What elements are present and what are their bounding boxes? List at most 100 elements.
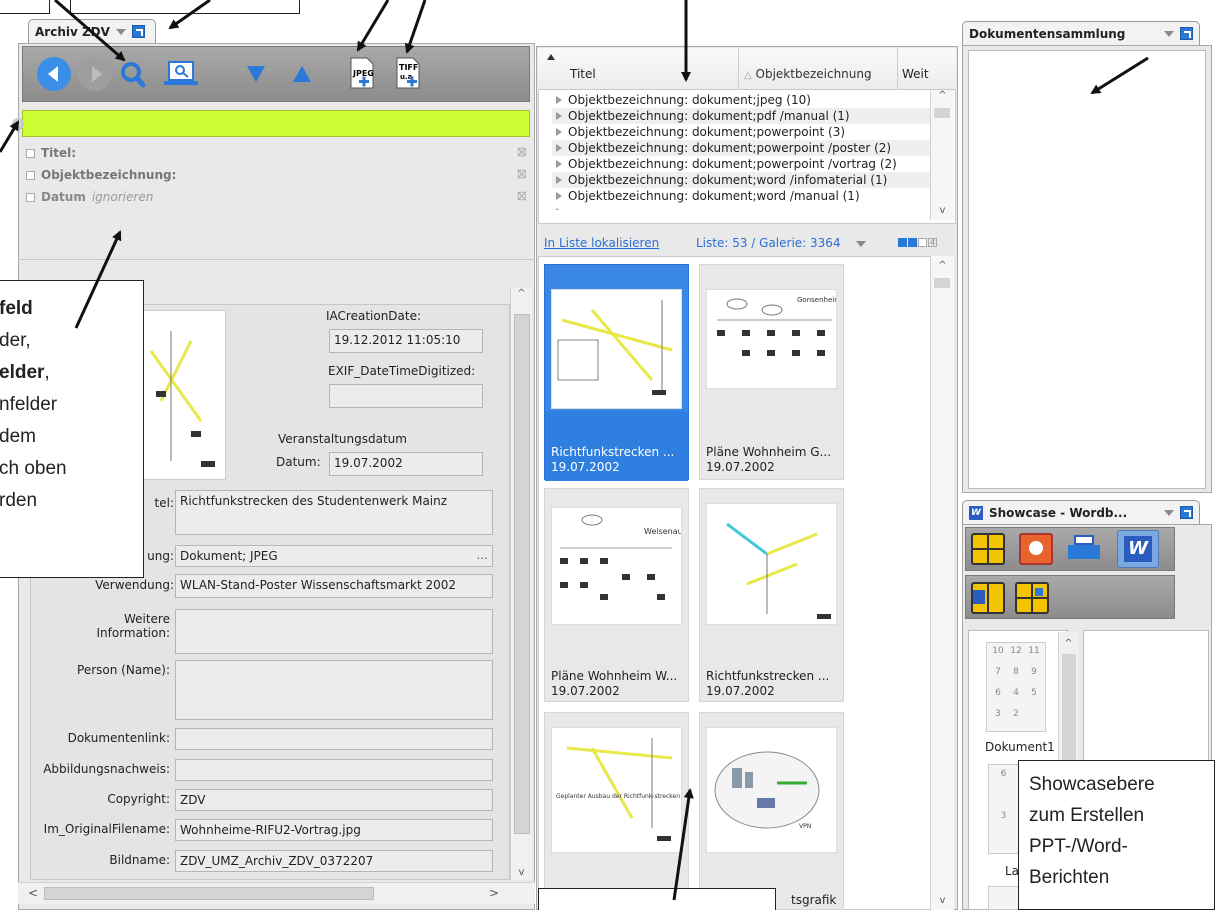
arrow-up-icon[interactable] bbox=[293, 66, 311, 82]
list-scrollbar[interactable]: ^ v bbox=[930, 90, 954, 220]
detail-field-abbildungsnachweis[interactable] bbox=[175, 759, 493, 781]
list-item-partial[interactable] bbox=[552, 204, 930, 210]
view-size-icon[interactable]: 4 bbox=[898, 238, 937, 247]
grid-arrow-icon[interactable] bbox=[1015, 582, 1049, 614]
tile-thumbnail: Gonsenheim bbox=[706, 289, 837, 389]
clear-search-icon[interactable]: × bbox=[12, 118, 24, 130]
list-item[interactable]: Objektbezeichnung: dokument;word /manual… bbox=[552, 188, 930, 204]
maximize-icon[interactable] bbox=[1180, 27, 1193, 40]
datum-field[interactable]: 19.07.2002 bbox=[329, 452, 483, 476]
screen-search-icon[interactable] bbox=[164, 61, 198, 85]
forward-icon[interactable] bbox=[78, 57, 112, 91]
detail-field-copyright[interactable]: ZDV bbox=[175, 789, 493, 811]
scroll-up-icon[interactable]: ^ bbox=[931, 260, 954, 271]
search-field-titel[interactable]: Titel: ⛝ bbox=[26, 142, 526, 164]
column-header-titel[interactable]: Titel bbox=[570, 67, 596, 81]
detail-field-person[interactable] bbox=[175, 660, 493, 720]
maximize-icon[interactable] bbox=[1180, 506, 1193, 519]
scroll-down-icon[interactable]: v bbox=[931, 205, 954, 216]
gallery-tile[interactable]: Geplanter Ausbau der Richtfunk-strecken bbox=[544, 712, 689, 910]
remove-field-icon[interactable]: ⛝ bbox=[518, 168, 526, 182]
scroll-thumb[interactable] bbox=[934, 108, 950, 118]
tile-title: Richtfunkstrecken ... bbox=[551, 445, 675, 459]
search-field-datum[interactable]: Datum ignorieren ⛝ bbox=[26, 186, 526, 208]
grid-layout-icon[interactable] bbox=[971, 533, 1005, 565]
list-item[interactable]: Objektbezeichnung: dokument;pdf /manual … bbox=[552, 108, 930, 124]
scroll-up-icon[interactable]: ^ bbox=[511, 288, 532, 299]
remove-field-icon[interactable]: ⛝ bbox=[518, 146, 526, 160]
tiff-label: TIFF bbox=[399, 63, 418, 72]
chevron-down-icon[interactable] bbox=[115, 28, 126, 35]
gallery-tile[interactable]: Richtfunkstrecken ... 19.07.2002 bbox=[699, 488, 844, 702]
gallery-tile[interactable]: Gonsenheim Pläne Wohnheim G... 19.07.200… bbox=[699, 264, 844, 480]
back-icon[interactable] bbox=[37, 57, 71, 91]
tab-showcase[interactable]: W Showcase - Wordb... bbox=[962, 500, 1200, 524]
locate-in-list-link[interactable]: In Liste lokalisieren bbox=[544, 236, 659, 250]
search-icon[interactable] bbox=[121, 62, 146, 88]
list-item[interactable]: Objektbezeichnung: dokument;powerpoint (… bbox=[552, 124, 930, 140]
scroll-thumb[interactable] bbox=[514, 314, 530, 834]
checkbox[interactable] bbox=[26, 148, 35, 158]
scroll-down-icon[interactable]: v bbox=[931, 895, 954, 906]
count-dropdown-icon[interactable] bbox=[856, 241, 866, 247]
collection-drop-area[interactable] bbox=[968, 50, 1206, 489]
scroll-thumb[interactable] bbox=[934, 278, 950, 288]
detail-field-verwendung[interactable]: WLAN-Stand-Poster Wissenschaftsmarkt 200… bbox=[175, 574, 493, 598]
word-export-icon[interactable] bbox=[971, 582, 1005, 614]
arrow-down-icon[interactable] bbox=[247, 66, 265, 82]
tab-archiv-label: Archiv ZDV bbox=[35, 24, 110, 39]
scroll-up-icon[interactable]: ^ bbox=[931, 90, 954, 101]
exif-field[interactable] bbox=[329, 384, 483, 408]
print-icon[interactable] bbox=[1068, 533, 1102, 565]
powerpoint-icon[interactable] bbox=[1019, 533, 1053, 565]
group-list: Objektbezeichnung: dokument;jpeg (10) Ob… bbox=[552, 92, 930, 210]
detail-field-bildname[interactable]: ZDV_UMZ_Archiv_ZDV_0372207 bbox=[175, 850, 493, 872]
detail-label-copyright: Copyright: bbox=[107, 792, 170, 806]
gallery-tile[interactable]: Weisenau Pläne Wohnheim W... 19.07.2002 bbox=[544, 488, 689, 702]
column-header-weit[interactable]: Weit bbox=[902, 67, 929, 81]
chevron-down-icon[interactable] bbox=[1164, 509, 1174, 516]
list-item[interactable]: Objektbezeichnung: dokument;word /infoma… bbox=[552, 172, 930, 188]
list-item[interactable]: Objektbezeichnung: dokument;powerpoint /… bbox=[552, 156, 930, 172]
scroll-right-icon[interactable]: > bbox=[489, 886, 499, 900]
detail-scrollbar[interactable]: ^ v bbox=[510, 288, 532, 880]
search-input[interactable] bbox=[22, 110, 530, 137]
sort-up-icon[interactable] bbox=[547, 54, 555, 60]
search-field-objektbezeichnung[interactable]: Objektbezeichnung: ⛝ bbox=[26, 164, 526, 186]
document-thumbnail[interactable]: 10 12 11 7 8 9 6 4 5 3 2 bbox=[986, 642, 1046, 732]
gallery-tile[interactable]: Richtfunkstrecken ... 19.07.2002 bbox=[544, 264, 689, 481]
callout-line: Berichten bbox=[1029, 867, 1110, 888]
column-header-objektbezeichnung[interactable]: △ Objektbezeichnung bbox=[744, 67, 872, 81]
list-item[interactable]: Objektbezeichnung: dokument;powerpoint /… bbox=[552, 140, 930, 156]
detail-field-titel[interactable]: Richtfunkstrecken des Studentenwerk Main… bbox=[175, 490, 493, 535]
detail-field-objektbezeichnung[interactable]: Dokument; JPEG ... bbox=[175, 545, 493, 567]
word-icon[interactable]: W bbox=[1117, 530, 1159, 568]
gallery-scrollbar[interactable]: ^ v bbox=[930, 256, 954, 910]
gallery-tile[interactable]: VPN tsgrafik bbox=[699, 712, 844, 910]
scroll-down-icon[interactable]: v bbox=[511, 867, 532, 878]
h-scroll-thumb[interactable] bbox=[44, 887, 374, 900]
tab-archiv-zdv[interactable]: Archiv ZDV bbox=[28, 19, 156, 43]
annotation-box-top-left bbox=[70, 0, 300, 14]
jpeg-add-icon[interactable]: JPEG bbox=[350, 57, 374, 89]
ia-creation-field[interactable]: 19.12.2012 11:05:10 bbox=[329, 329, 483, 353]
search-field-label: Datum bbox=[41, 190, 86, 204]
bottom-scrollbar[interactable]: < > bbox=[18, 882, 535, 904]
detail-field-originalfilename[interactable]: Wohnheime-RIFU2-Vortrag.jpg bbox=[175, 819, 493, 841]
checkbox[interactable] bbox=[26, 192, 35, 202]
network-diagram-thumbnail bbox=[149, 331, 215, 467]
list-item[interactable]: Objektbezeichnung: dokument;jpeg (10) bbox=[552, 92, 930, 108]
detail-field-dokumentenlink[interactable] bbox=[175, 728, 493, 750]
remove-field-icon[interactable]: ⛝ bbox=[518, 190, 526, 204]
scroll-left-icon[interactable]: < bbox=[28, 886, 38, 900]
maximize-icon[interactable] bbox=[131, 25, 145, 38]
checkbox[interactable] bbox=[26, 170, 35, 180]
detail-field-weitere[interactable] bbox=[175, 609, 493, 654]
ellipsis-button[interactable]: ... bbox=[477, 548, 488, 562]
thumb-number: 5 bbox=[1031, 688, 1037, 698]
tiff-add-icon[interactable]: TIFF u.a bbox=[396, 57, 420, 89]
scroll-up-icon[interactable]: ^ bbox=[1059, 638, 1078, 649]
callout-line: rden bbox=[0, 490, 38, 511]
chevron-down-icon[interactable] bbox=[1164, 30, 1174, 37]
tab-dokumentensammlung[interactable]: Dokumentensammlung bbox=[962, 21, 1200, 45]
